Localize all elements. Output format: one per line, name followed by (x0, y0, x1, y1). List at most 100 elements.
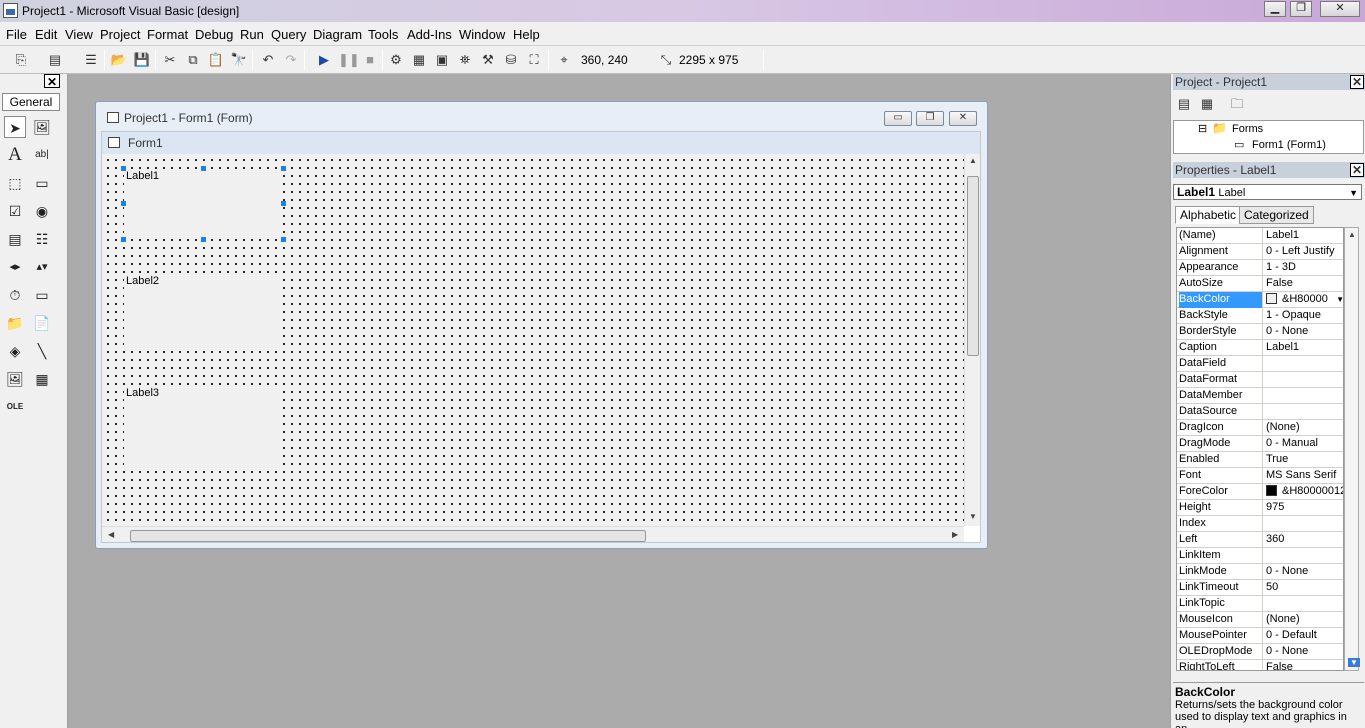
properties-scrollbar[interactable]: ▲ ▼ (1344, 227, 1360, 671)
property-value[interactable]: 0 - Left Justify (1264, 244, 1343, 260)
menu-diagram[interactable]: Diagram (313, 27, 362, 42)
property-value[interactable]: 360 (1264, 532, 1343, 548)
scroll-down-icon[interactable]: ▼ (969, 512, 977, 521)
label2-control[interactable]: Label2 (124, 274, 280, 346)
properties-window-icon[interactable]: ▦ (410, 51, 428, 69)
form-window-close-button[interactable]: ✕ (949, 111, 977, 126)
property-value[interactable] (1264, 516, 1343, 532)
paste-icon[interactable]: 📋 (207, 51, 225, 69)
property-value[interactable]: 0 - None (1264, 564, 1343, 580)
property-row[interactable]: LinkTimeout 50 (1177, 580, 1343, 596)
property-value[interactable] (1264, 356, 1343, 372)
label3-control[interactable]: Label3 (124, 386, 280, 466)
menu-edit[interactable]: Edit (35, 27, 57, 42)
property-value[interactable]: 50 (1264, 580, 1343, 596)
property-row[interactable]: Enabled True (1177, 452, 1343, 468)
checkbox-tool-icon[interactable]: ☑ (4, 200, 26, 222)
horizontal-scrollbar[interactable]: ◀ ▶ (102, 526, 964, 542)
chevron-down-icon[interactable]: ▼ (1349, 186, 1358, 200)
property-row[interactable]: RightToLeft False (1177, 660, 1343, 670)
pointer-icon[interactable]: ➤ (4, 116, 26, 138)
property-row[interactable]: AutoSize False (1177, 276, 1343, 292)
line-tool-icon[interactable]: ╲ (31, 340, 53, 362)
scroll-down-icon[interactable]: ▼ (1348, 658, 1360, 667)
property-value[interactable]: 0 - Default (1264, 628, 1343, 644)
property-value[interactable]: &H80000012 (1264, 484, 1343, 500)
property-row[interactable]: BackColor &H80000 ▼ (1177, 292, 1343, 308)
property-value[interactable]: 0 - Manual (1264, 436, 1343, 452)
form-window-maximize-button[interactable]: ❐ (916, 111, 944, 126)
optionbutton-tool-icon[interactable]: ◉ (31, 200, 53, 222)
drivelistbox-tool-icon[interactable]: ▭ (31, 284, 53, 306)
property-value[interactable]: (None) (1264, 420, 1343, 436)
view-code-icon[interactable]: ▤ (1175, 95, 1193, 113)
resize-handle[interactable] (201, 237, 206, 242)
property-row[interactable]: BorderStyle 0 - None (1177, 324, 1343, 340)
property-row[interactable]: MouseIcon (None) (1177, 612, 1343, 628)
open-project-icon[interactable]: 📂 (110, 51, 128, 69)
property-row[interactable]: BackStyle 1 - Opaque (1177, 308, 1343, 324)
property-row[interactable]: Font MS Sans Serif (1177, 468, 1343, 484)
property-row[interactable]: DataFormat (1177, 372, 1343, 388)
form-grid[interactable]: Label1 Label2 Label3 (102, 154, 964, 526)
toolbox-general-tab[interactable]: General (2, 93, 60, 111)
resize-handle[interactable] (121, 201, 126, 206)
label-tool-icon[interactable]: A (4, 144, 26, 166)
property-row[interactable]: Left 360 (1177, 532, 1343, 548)
resize-handle[interactable] (281, 166, 286, 171)
scroll-thumb[interactable] (967, 176, 979, 356)
form-layout-icon[interactable]: ▣ (433, 51, 451, 69)
redo-icon[interactable]: ↷ (282, 51, 300, 69)
property-value[interactable]: 0 - None (1264, 324, 1343, 340)
find-icon[interactable]: 🔭 (230, 51, 248, 69)
property-value[interactable]: True (1264, 452, 1343, 468)
toggle-folders-icon[interactable]: 🗀 (1228, 95, 1246, 113)
listbox-tool-icon[interactable]: ☷ (31, 228, 53, 250)
menu-editor-icon[interactable]: ☰ (82, 51, 100, 69)
property-value[interactable] (1264, 388, 1343, 404)
object-browser-icon[interactable]: ⛯ (456, 51, 474, 69)
vertical-scrollbar[interactable]: ▲ ▼ (964, 154, 980, 526)
end-icon[interactable]: ■ (361, 51, 379, 69)
tab-categorized[interactable]: Categorized (1239, 206, 1314, 224)
view-object-icon[interactable]: ▦ (1198, 95, 1216, 113)
properties-close-icon[interactable]: ✕ (1350, 163, 1364, 177)
property-row[interactable]: DataSource (1177, 404, 1343, 420)
menu-add-ins[interactable]: Add-Ins (407, 27, 452, 42)
scroll-up-icon[interactable]: ▲ (1348, 230, 1356, 239)
scroll-right-icon[interactable]: ▶ (952, 530, 958, 539)
vscrollbar-tool-icon[interactable]: ▴▾ (31, 256, 53, 278)
menu-file[interactable]: File (6, 27, 27, 42)
property-row[interactable]: LinkItem (1177, 548, 1343, 564)
resize-handle[interactable] (121, 166, 126, 171)
property-value[interactable]: Label1 (1264, 340, 1343, 356)
property-row[interactable]: Index (1177, 516, 1343, 532)
toolbox-close-icon[interactable]: ✕ (44, 74, 60, 89)
resize-handle[interactable] (281, 201, 286, 206)
menu-query[interactable]: Query (271, 27, 306, 42)
save-project-icon[interactable]: 💾 (133, 51, 151, 69)
property-value[interactable]: 975 (1264, 500, 1343, 516)
menu-tools[interactable]: Tools (368, 27, 398, 42)
property-value[interactable]: (None) (1264, 612, 1343, 628)
textbox-tool-icon[interactable]: ab| (31, 144, 53, 166)
combobox-tool-icon[interactable]: ▤ (4, 228, 26, 250)
shape-tool-icon[interactable]: ◈ (4, 340, 26, 362)
tree-expander-icon[interactable]: ⊟ (1198, 122, 1207, 135)
add-form-icon[interactable]: ▤ (46, 51, 64, 69)
menu-view[interactable]: View (65, 27, 93, 42)
start-icon[interactable]: ▶ (315, 51, 333, 69)
commandbutton-tool-icon[interactable]: ▭ (31, 172, 53, 194)
toolbox-icon[interactable]: ⚒ (479, 51, 497, 69)
tree-folder-forms[interactable]: Forms (1232, 123, 1263, 135)
menu-project[interactable]: Project (100, 27, 140, 42)
property-value[interactable] (1264, 372, 1343, 388)
scroll-left-icon[interactable]: ◀ (108, 530, 114, 539)
property-value[interactable] (1264, 596, 1343, 612)
property-value[interactable]: Label1 (1264, 228, 1343, 244)
property-row[interactable]: MousePointer 0 - Default (1177, 628, 1343, 644)
property-value[interactable]: False (1264, 660, 1343, 670)
dirlistbox-tool-icon[interactable]: 📁 (4, 312, 26, 334)
project-explorer-close-icon[interactable]: ✕ (1350, 75, 1364, 89)
minimize-button[interactable]: ▁ (1264, 1, 1286, 17)
